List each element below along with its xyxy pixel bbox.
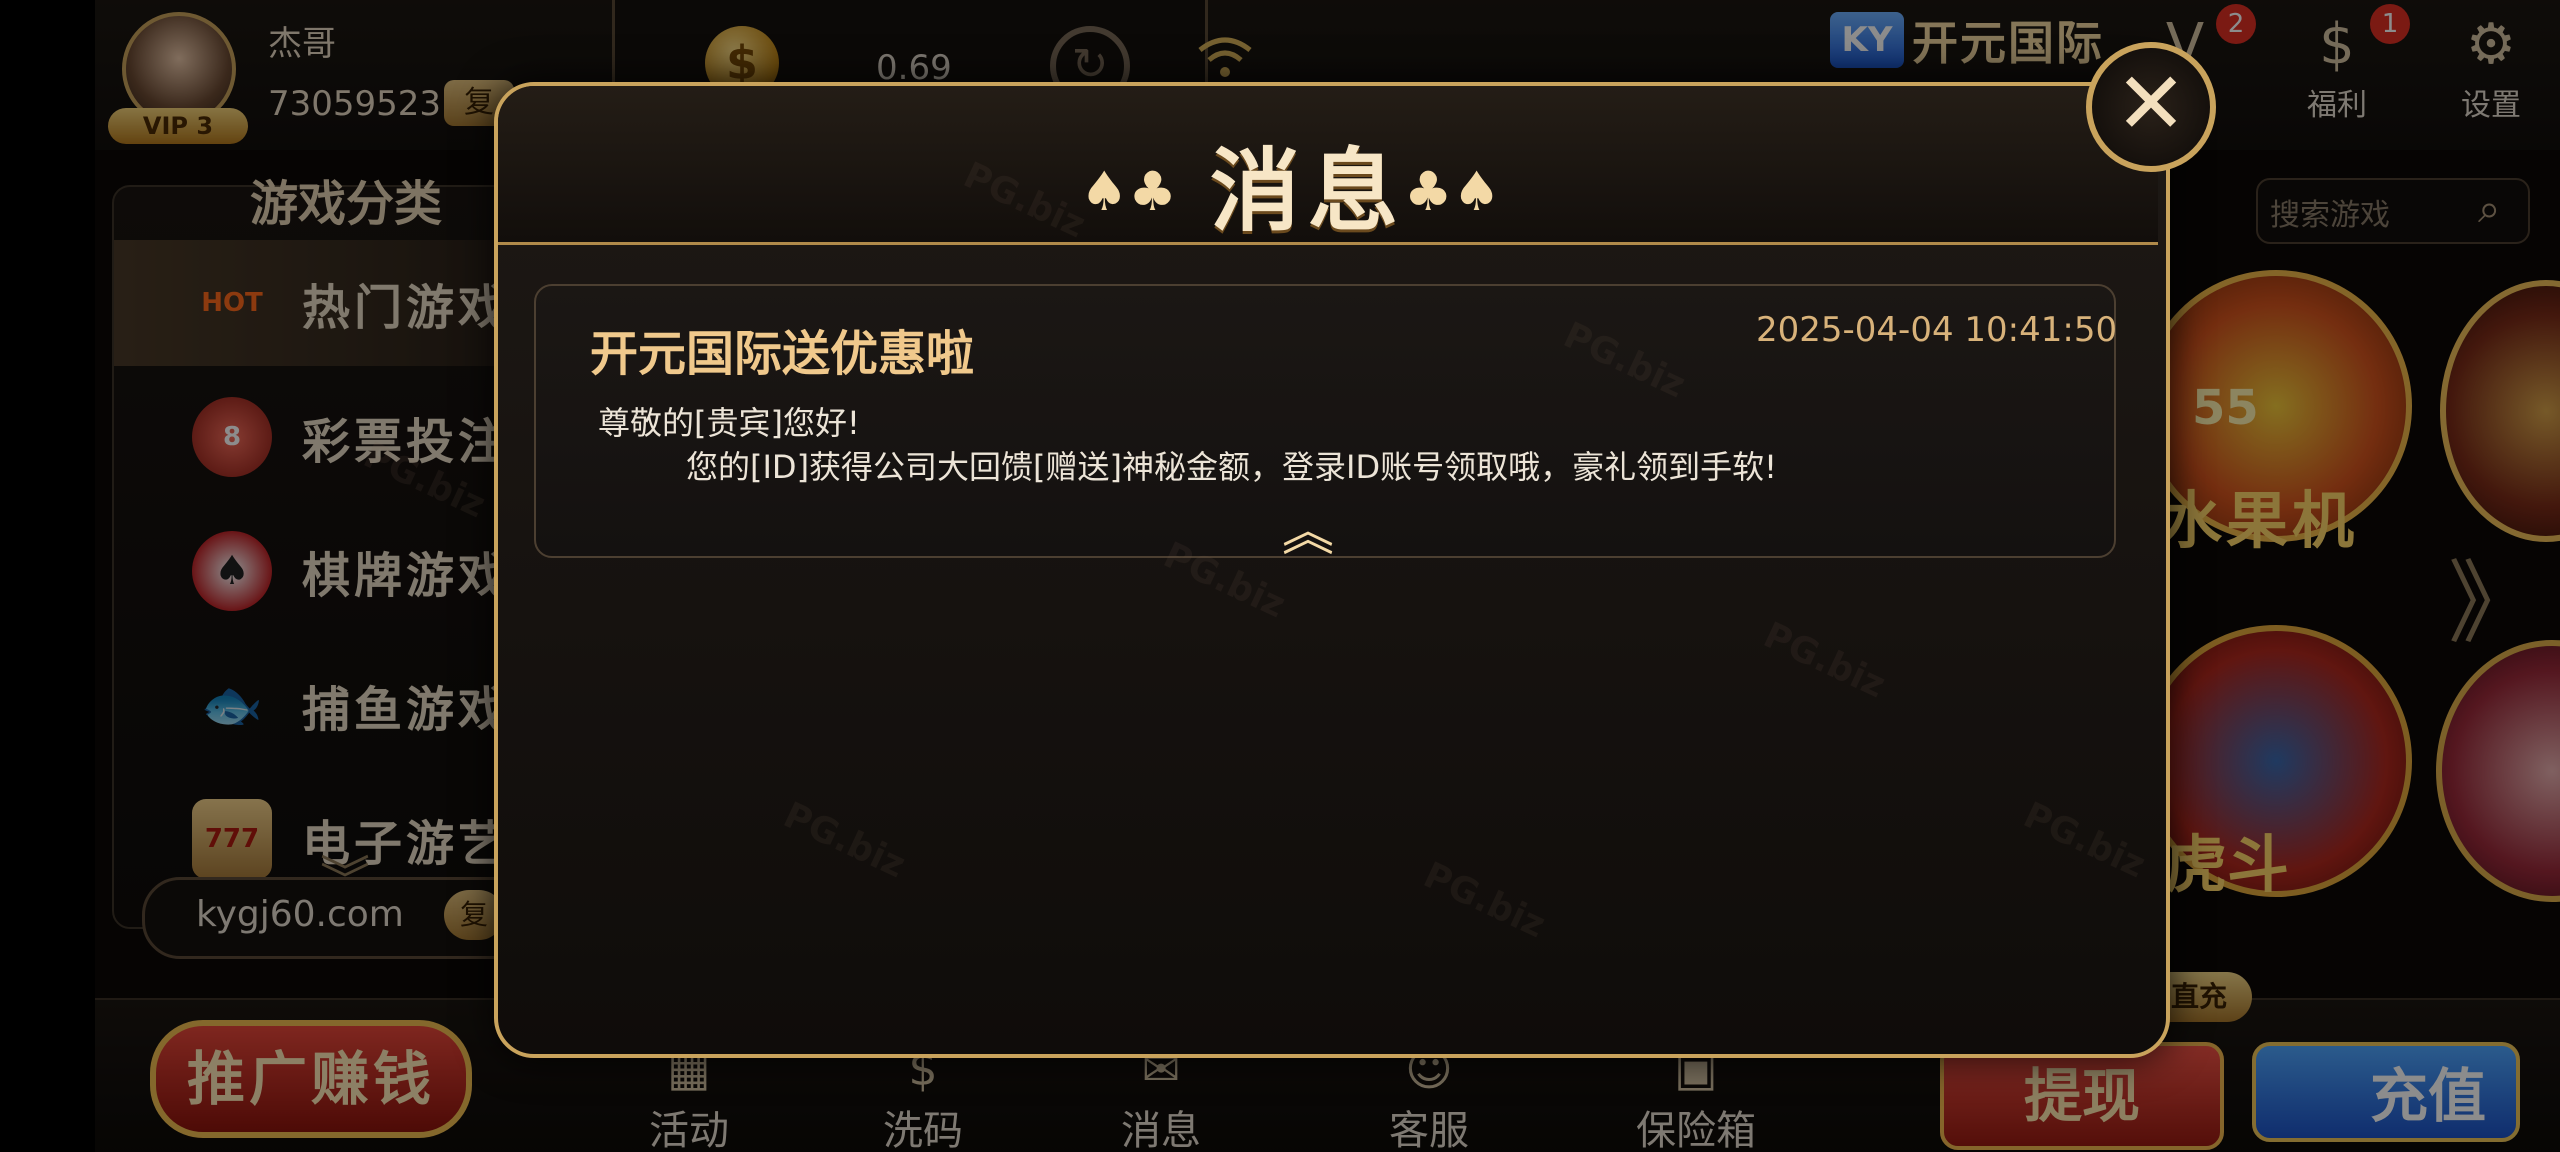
app-screen: VIP 3 杰哥 73059523 复 $ 0.69 ↻ KY 开元国际 V 2… — [0, 0, 2560, 1152]
collapse-icon[interactable]: ︽ — [1282, 490, 1334, 565]
suits-right-icon: ♣♠ — [1404, 160, 1501, 223]
message-body: 您的[ID]获得公司大回馈[赠送]神秘金额，登录ID账号领取哦，豪礼领到手软! — [686, 448, 1777, 486]
dialog-title: 消息 — [1210, 139, 1406, 244]
suits-left-icon: ♠♣ — [1080, 160, 1177, 223]
close-button[interactable]: ✕ — [2086, 42, 2216, 172]
message-timestamp: 2025-04-04 10:41:50 — [1756, 310, 2118, 350]
message-greeting: 尊敬的[贵宾]您好! — [598, 404, 860, 442]
message-title: 开元国际送优惠啦 — [590, 326, 975, 382]
